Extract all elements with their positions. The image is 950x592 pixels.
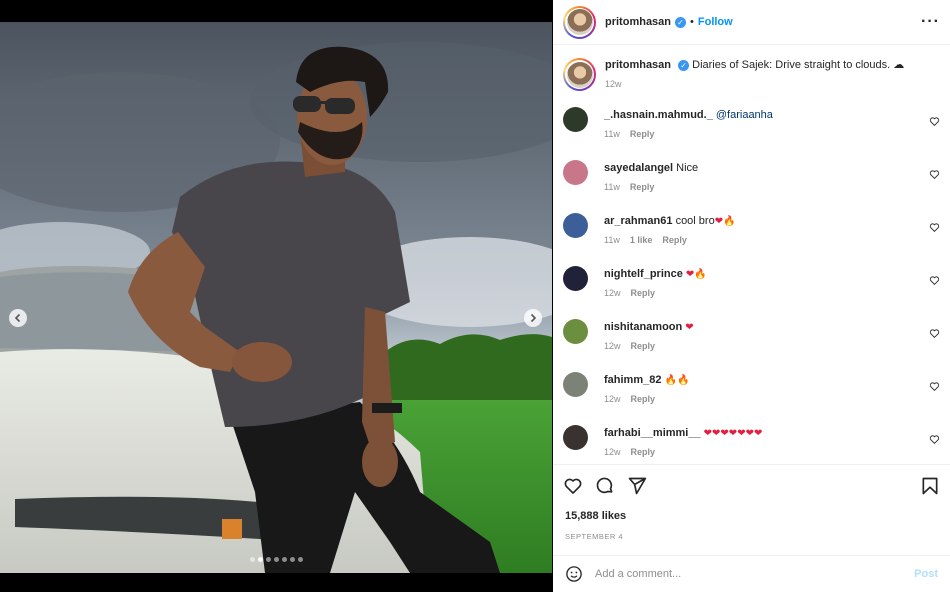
- comment-like-heart-icon[interactable]: [929, 169, 940, 180]
- save-bookmark-icon[interactable]: [920, 476, 940, 496]
- follow-button[interactable]: Follow: [698, 16, 733, 28]
- comment-emoji: 🔥🔥: [664, 375, 690, 386]
- caption-username[interactable]: pritomhasan: [605, 59, 671, 71]
- reply-button[interactable]: Reply: [662, 235, 687, 245]
- verified-badge-icon: ✓: [675, 16, 687, 28]
- comment-like-heart-icon[interactable]: [929, 381, 940, 392]
- commenter-avatar[interactable]: [563, 107, 588, 132]
- emoji-smiley-icon[interactable]: [565, 565, 583, 583]
- like-heart-icon[interactable]: [563, 476, 583, 496]
- author-avatar[interactable]: [563, 5, 596, 39]
- post-actions: 15,888 likes SEPTEMBER 4: [553, 464, 950, 554]
- comment-mention-link[interactable]: @fariaanha: [716, 109, 773, 121]
- post-date: SEPTEMBER 4: [565, 532, 624, 541]
- reply-button[interactable]: Reply: [630, 182, 655, 192]
- comment-time[interactable]: 11w: [604, 182, 620, 192]
- comments-list[interactable]: pritomhasan ✓ Diaries of Sajek: Drive st…: [553, 46, 950, 463]
- share-send-icon[interactable]: [627, 476, 647, 496]
- comment-row: farhabi__mimmi__ ❤❤❤❤❤❤❤ 12w Reply: [553, 424, 950, 463]
- next-slide-button[interactable]: [524, 309, 542, 327]
- comment-time[interactable]: 12w: [604, 394, 621, 404]
- post-header: pritomhasan ✓ • Follow ···: [553, 0, 950, 45]
- comment-like-heart-icon[interactable]: [929, 222, 940, 233]
- slide-dot-active: [258, 557, 263, 562]
- comment-row: fahimm_82 🔥🔥 12w Reply: [553, 371, 950, 424]
- commenter-username[interactable]: nightelf_prince: [604, 268, 683, 280]
- slide-dot: [250, 557, 255, 562]
- comment-emoji: ❤🔥: [685, 269, 707, 280]
- more-options-icon[interactable]: ···: [921, 14, 940, 30]
- reply-button[interactable]: Reply: [631, 288, 656, 298]
- comment-text: Nice: [676, 162, 699, 174]
- reply-button[interactable]: Reply: [631, 447, 656, 457]
- slide-indicator: [250, 557, 303, 562]
- comment-like-heart-icon[interactable]: [929, 275, 940, 286]
- commenter-username[interactable]: ar_rahman61: [604, 215, 673, 227]
- slide-dot: [282, 557, 287, 562]
- comment-row: ar_rahman61 cool bro❤🔥 11w 1 like Reply: [553, 212, 950, 265]
- comment-like-heart-icon[interactable]: [929, 328, 940, 339]
- author-username[interactable]: pritomhasan: [605, 16, 671, 28]
- post-comment-button[interactable]: Post: [914, 568, 938, 580]
- commenter-avatar[interactable]: [563, 319, 588, 344]
- verified-badge-icon: ✓: [678, 59, 690, 71]
- previous-slide-button[interactable]: [9, 309, 27, 327]
- comment-time[interactable]: 12w: [604, 341, 621, 351]
- slide-dot: [298, 557, 303, 562]
- separator-dot: •: [690, 16, 694, 28]
- commenter-avatar[interactable]: [563, 372, 588, 397]
- reply-button[interactable]: Reply: [630, 129, 655, 139]
- add-comment-bar: Add a comment... Post: [553, 555, 950, 592]
- commenter-username[interactable]: farhabi__mimmi__: [604, 427, 701, 439]
- commenter-avatar[interactable]: [563, 160, 588, 185]
- commenter-avatar[interactable]: [563, 213, 588, 238]
- commenter-username[interactable]: _.hasnain.mahmud._: [604, 109, 713, 121]
- chevron-right-icon: [530, 313, 537, 323]
- likes-count[interactable]: 15,888 likes: [553, 507, 950, 522]
- reply-button[interactable]: Reply: [631, 394, 656, 404]
- comment-row: nishitanamoon ❤ 12w Reply: [553, 318, 950, 371]
- commenter-username[interactable]: nishitanamoon: [604, 321, 682, 333]
- caption-author-avatar[interactable]: [563, 58, 596, 91]
- comment-time[interactable]: 12w: [604, 288, 621, 298]
- comment-input[interactable]: Add a comment...: [595, 568, 681, 580]
- comment-row: sayedalangel Nice 11w Reply: [553, 159, 950, 212]
- comment-like-heart-icon[interactable]: [929, 434, 940, 445]
- photo-illustration: [0, 22, 552, 573]
- commenter-username[interactable]: fahimm_82: [604, 374, 661, 386]
- reply-button[interactable]: Reply: [631, 341, 656, 351]
- comment-text: cool bro: [675, 215, 715, 227]
- post-side-panel: pritomhasan ✓ • Follow ··· pritomhasan ✓…: [553, 0, 950, 592]
- comment-bubble-icon[interactable]: [595, 476, 615, 496]
- commenter-avatar[interactable]: [563, 425, 588, 450]
- comment-emoji: ❤: [685, 322, 694, 333]
- comment-emoji: ❤🔥: [714, 216, 736, 227]
- commenter-avatar[interactable]: [563, 266, 588, 291]
- slide-dot: [290, 557, 295, 562]
- comment-row: nightelf_prince ❤🔥 12w Reply: [553, 265, 950, 318]
- slide-dot: [266, 557, 271, 562]
- caption-time[interactable]: 12w: [605, 79, 622, 89]
- slide-dot: [274, 557, 279, 562]
- comment-emoji: ❤❤❤❤❤❤❤: [703, 428, 763, 439]
- comment-likes[interactable]: 1 like: [630, 235, 653, 245]
- comment-row: _.hasnain.mahmud._ @fariaanha 11w Reply: [553, 106, 950, 159]
- post-caption: pritomhasan ✓ Diaries of Sajek: Drive st…: [553, 46, 950, 106]
- caption-text: Diaries of Sajek: Drive straight to clou…: [692, 59, 905, 71]
- commenter-username[interactable]: sayedalangel: [604, 162, 673, 174]
- comment-time[interactable]: 12w: [604, 447, 621, 457]
- comment-like-heart-icon[interactable]: [929, 116, 940, 127]
- comment-time[interactable]: 11w: [604, 129, 620, 139]
- post-photo[interactable]: [0, 22, 552, 573]
- chevron-left-icon: [14, 313, 21, 323]
- comment-time[interactable]: 11w: [604, 235, 620, 245]
- instagram-post-window: pritomhasan ✓ • Follow ··· pritomhasan ✓…: [0, 0, 950, 592]
